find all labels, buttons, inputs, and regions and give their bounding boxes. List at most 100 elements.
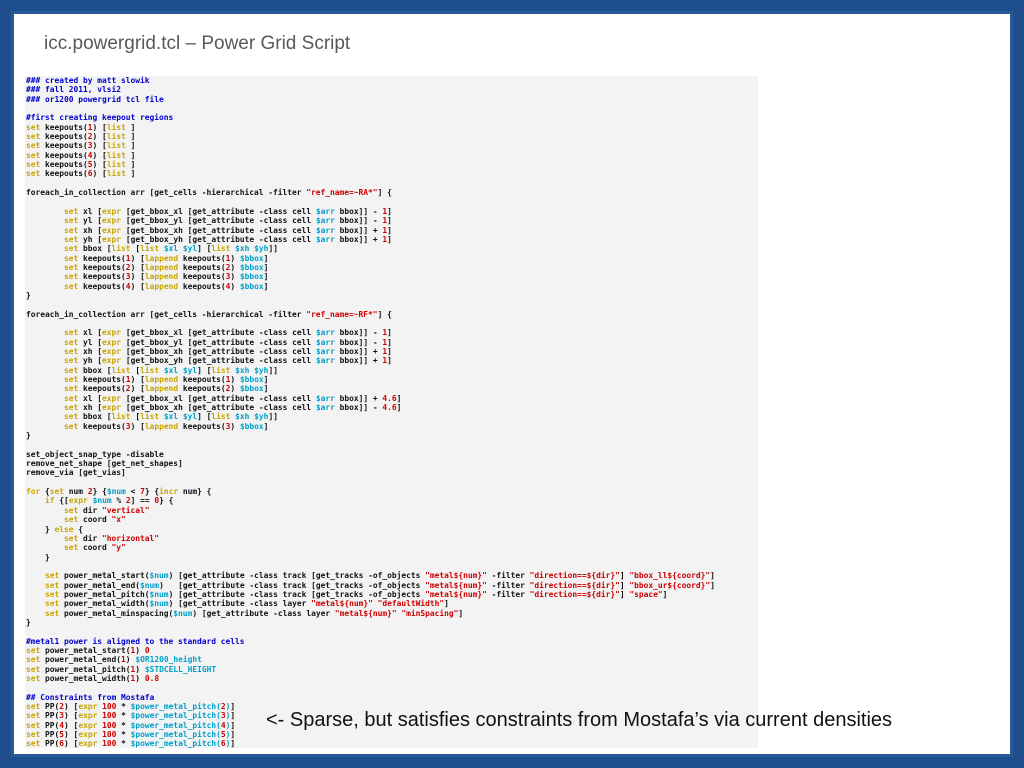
code-token: ### created by matt slowik (26, 76, 150, 85)
code-token: ) [get_attribute -class track [get_track… (159, 580, 426, 590)
code-token: set (26, 655, 41, 665)
code-token: lappend (144, 262, 179, 272)
code-token: ] (396, 403, 402, 413)
code-token: set (26, 160, 41, 170)
code-token: dir (78, 533, 103, 543)
code-token: $arr (315, 356, 335, 366)
code-token: yl [ (78, 216, 103, 226)
code-token: $xl $yl (163, 412, 198, 422)
code-token: ) (230, 375, 240, 384)
code-token: ] (387, 337, 392, 347)
code-token: [get_bbox_xl [get_attribute -class cell (121, 328, 316, 338)
code-token: xl [ (78, 393, 103, 403)
code-line: set_object_snap_type -disable (26, 450, 715, 459)
code-line: set power_metal_pitch($num) [get_attribu… (26, 590, 715, 599)
code-token: -filter (486, 580, 530, 590)
code-token: } { (159, 496, 174, 506)
code-token: keepouts( (178, 253, 226, 263)
code-token: ] (458, 608, 464, 618)
code-token: * (116, 702, 131, 712)
code-token: "x" (111, 515, 126, 525)
code-token: xh [ (78, 346, 103, 356)
code-token: PP( (40, 711, 60, 721)
code-token: set (45, 608, 60, 618)
code-token: set (64, 281, 79, 291)
code-token: PP( (40, 730, 60, 740)
code-token: "horizontal" (102, 533, 160, 543)
code-token: $num (149, 571, 169, 581)
code-line: set dir "horizontal" (26, 534, 715, 543)
code-token: 100 (102, 730, 117, 740)
code-token: ) (230, 281, 240, 291)
code-token: expr (102, 403, 122, 413)
code-line: } (26, 291, 715, 300)
code-token: #metal1 power is aligned to the standard… (26, 636, 245, 646)
code-token: bbox]] + (334, 225, 383, 235)
code-token: ) [ (92, 132, 107, 142)
code-token: ] (387, 356, 392, 366)
code-token: % (111, 496, 126, 506)
code-line: #metal1 power is aligned to the standard… (26, 637, 715, 646)
code-token: keepouts( (178, 262, 226, 272)
code-token: set (64, 346, 79, 356)
code-token: bbox]] + (334, 393, 383, 403)
code-token: $arr (315, 346, 335, 356)
code-token: power_metal_width( (40, 674, 131, 683)
code-token: set (49, 487, 65, 497)
code-token: ) [ (130, 281, 145, 291)
code-token: ] (662, 589, 668, 599)
code-token: coord (78, 515, 112, 525)
code-token: ] (230, 739, 236, 748)
code-token: "ref_name=~RA*" (306, 188, 378, 198)
code-token: list (111, 365, 131, 375)
code-token: "direction==${dir}" (529, 571, 620, 581)
code-token: $num (92, 496, 112, 506)
code-token: set (26, 645, 41, 655)
code-token: num} { (178, 487, 212, 497)
code-token: ) [ (64, 720, 79, 730)
code-token: * (116, 739, 131, 748)
code-line: if {[expr $num % 2] == 0} { (26, 496, 715, 505)
code-token: ) [ (130, 384, 145, 394)
code-token: ## Constraints from Mostafa (26, 692, 155, 702)
code-token: [ (130, 365, 141, 375)
code-token: ) (135, 674, 145, 683)
code-token: ) [ (130, 253, 145, 263)
code-token: list (106, 160, 126, 170)
code-token: ) [ (64, 739, 79, 748)
code-token: remove_net_shape [get_net_shapes] (26, 459, 183, 469)
code-token: $arr (315, 403, 335, 413)
code-token: ] { (377, 188, 392, 198)
code-token: set (26, 674, 41, 683)
code-token: "ref_name=~RF*" (306, 309, 378, 319)
code-token: $xh $yh (235, 412, 269, 422)
code-token: ] (387, 328, 392, 338)
code-token: $power_metal_pitch( (130, 720, 221, 730)
code-token: power_metal_minspacing( (59, 608, 174, 618)
code-token: set (64, 234, 79, 244)
code-token: set (64, 375, 79, 384)
code-token: } { (92, 487, 107, 497)
code-token: } (26, 290, 31, 300)
code-token: "vertical" (102, 505, 150, 515)
code-token: expr (102, 206, 122, 216)
code-token: set (64, 505, 79, 515)
code-token: ] (396, 393, 402, 403)
code-token: [get_bbox_xh [get_attribute -class cell (121, 346, 316, 356)
code-token: ] (263, 384, 269, 394)
code-token: "direction==${dir}" (529, 589, 620, 599)
code-line: remove_net_shape [get_net_shapes] (26, 459, 715, 468)
code-token: } { (144, 487, 160, 497)
code-token: set (26, 122, 41, 132)
code-token: set (26, 720, 41, 730)
code-token: "minSpacing" (401, 608, 459, 618)
code-token: ]] (268, 244, 278, 254)
code-token: ] (263, 421, 269, 431)
